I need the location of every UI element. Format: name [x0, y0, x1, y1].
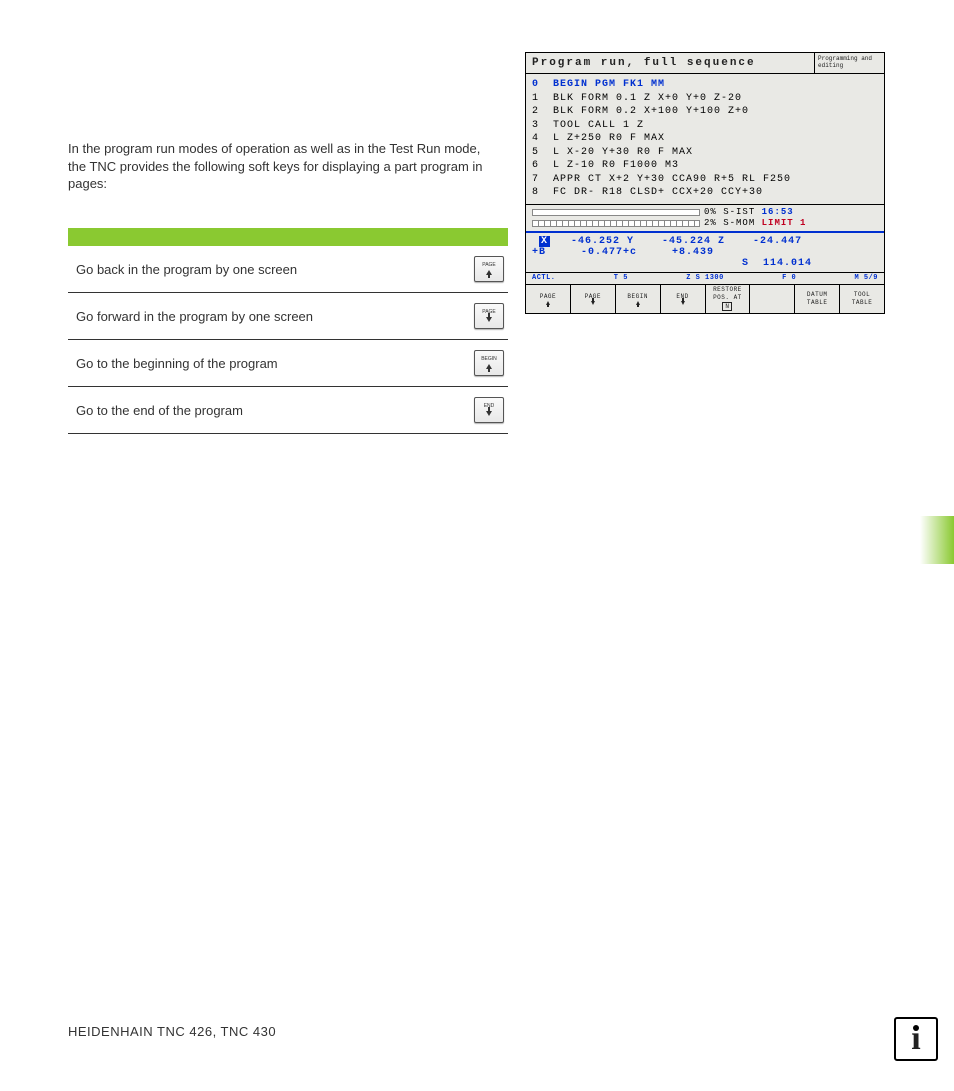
- row-label: Go back in the program by one screen: [76, 262, 474, 277]
- table-row: Go to the end of the programEND: [68, 387, 508, 434]
- status-2: 2% S-MOM LIMIT 1: [704, 218, 806, 228]
- softkey[interactable]: END: [661, 285, 706, 313]
- row-label: Go forward in the program by one screen: [76, 309, 474, 324]
- softkey-table: Go back in the program by one screenPAGE…: [68, 228, 508, 434]
- softkey[interactable]: BEGIN: [616, 285, 661, 313]
- program-listing: 0 BEGIN PGM FK1 MM 1 BLK FORM 0.1 Z X+0 …: [526, 74, 884, 205]
- softkey[interactable]: RESTOREPOS. ATN: [706, 285, 751, 313]
- softkey[interactable]: [750, 285, 795, 313]
- screen-title: Program run, full sequence: [526, 53, 814, 73]
- screen-mode-label: Programming and editing: [814, 53, 884, 73]
- override-bar-1: [532, 209, 700, 216]
- table-header: [68, 228, 508, 246]
- intro-paragraph: In the program run modes of operation as…: [68, 140, 498, 193]
- info-icon: ı: [894, 1017, 938, 1061]
- coordinate-display: X -46.252 Y -45.224 Z -24.447 +B -0.477+…: [526, 233, 884, 273]
- table-row: Go forward in the program by one screenP…: [68, 293, 508, 340]
- table-row: Go to the beginning of the programBEGIN: [68, 340, 508, 387]
- table-row: Go back in the program by one screenPAGE: [68, 246, 508, 293]
- softkey-icon: END: [474, 397, 504, 423]
- page-edge-decoration: [920, 516, 954, 564]
- softkey[interactable]: DATUMTABLE: [795, 285, 840, 313]
- softkey-icon: BEGIN: [474, 350, 504, 376]
- row-label: Go to the beginning of the program: [76, 356, 474, 371]
- softkey-icon: PAGE: [474, 303, 504, 329]
- tnc-screenshot: Program run, full sequence Programming a…: [525, 52, 885, 314]
- softkey[interactable]: PAGE: [526, 285, 571, 313]
- softkey[interactable]: TOOLTABLE: [840, 285, 884, 313]
- override-bar-2: [532, 220, 700, 227]
- status-1: 0% S-IST 16:53: [704, 207, 794, 217]
- softkey-bar: PAGEPAGEBEGINENDRESTOREPOS. ATNDATUMTABL…: [526, 285, 884, 313]
- page-footer: HEIDENHAIN TNC 426, TNC 430: [68, 1024, 276, 1039]
- softkey-icon: PAGE: [474, 256, 504, 282]
- row-label: Go to the end of the program: [76, 403, 474, 418]
- softkey[interactable]: PAGE: [571, 285, 616, 313]
- actl-line: ACTL. T 5 Z S 1300 F 0 M 5/9: [526, 273, 884, 285]
